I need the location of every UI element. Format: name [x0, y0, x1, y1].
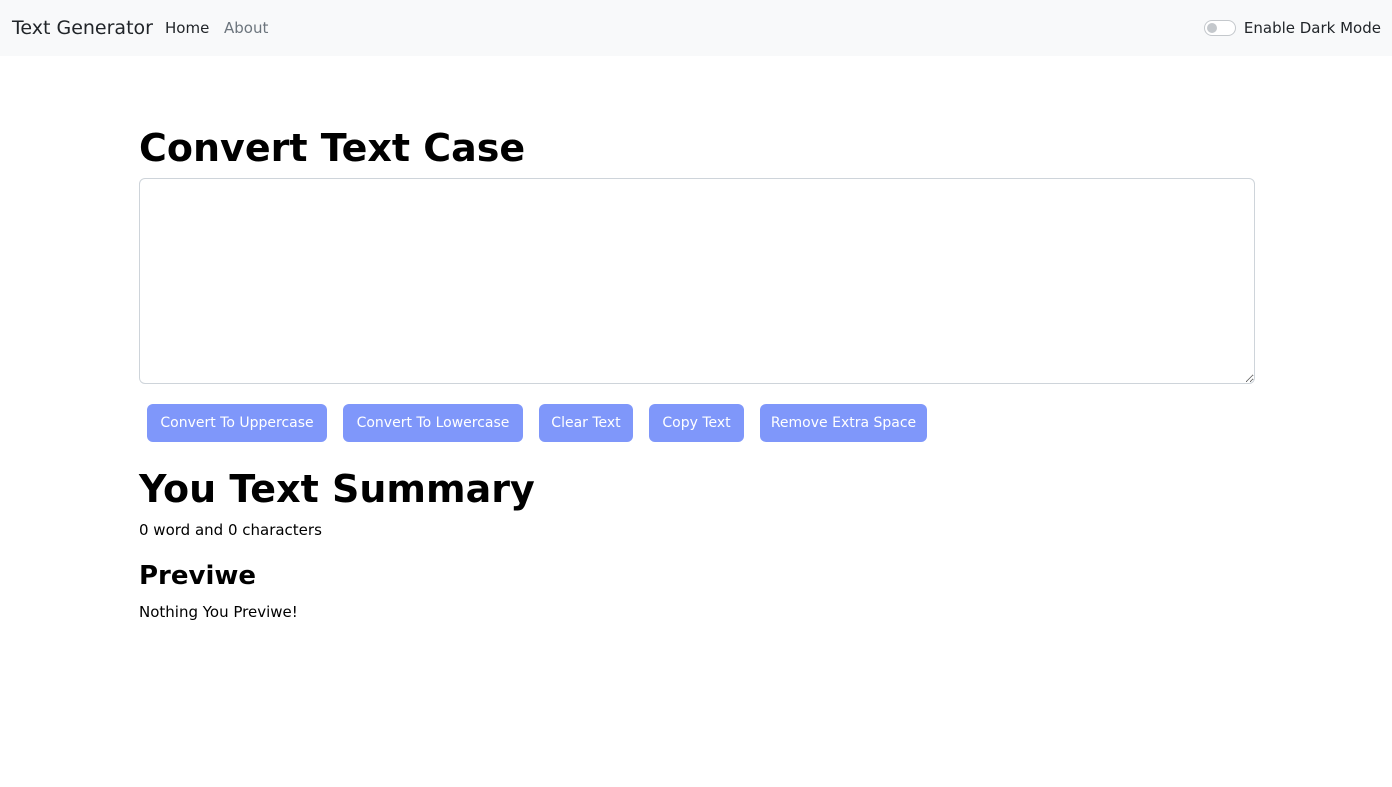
page-title: Convert Text Case — [139, 126, 526, 170]
summary-stats: 0 word and 0 characters — [139, 521, 322, 539]
summary-heading: You Text Summary — [139, 467, 535, 511]
navbar: Text Generator Home About Enable Dark Mo… — [0, 0, 1392, 56]
dark-mode-switch[interactable] — [1203, 20, 1236, 36]
nav-link-home[interactable]: Home — [165, 18, 209, 38]
clear-text-button[interactable]: Clear Text — [539, 404, 633, 442]
convert-uppercase-button[interactable]: Convert To Uppercase — [147, 404, 327, 442]
preview-content: Nothing You Previwe! — [139, 603, 298, 621]
dark-mode-toggle[interactable]: Enable Dark Mode — [1203, 18, 1381, 38]
preview-heading: Previwe — [139, 561, 257, 591]
copy-text-button[interactable]: Copy Text — [649, 404, 744, 442]
switch-knob-icon — [1206, 23, 1217, 33]
navbar-brand[interactable]: Text Generator — [12, 16, 153, 40]
text-input-area[interactable] — [139, 178, 1255, 384]
remove-extra-space-button[interactable]: Remove Extra Space — [760, 404, 927, 442]
convert-lowercase-button[interactable]: Convert To Lowercase — [343, 404, 523, 442]
dark-mode-label[interactable]: Enable Dark Mode — [1244, 18, 1381, 38]
nav-link-about[interactable]: About — [224, 18, 268, 38]
action-buttons: Convert To Uppercase Convert To Lowercas… — [139, 404, 1255, 442]
